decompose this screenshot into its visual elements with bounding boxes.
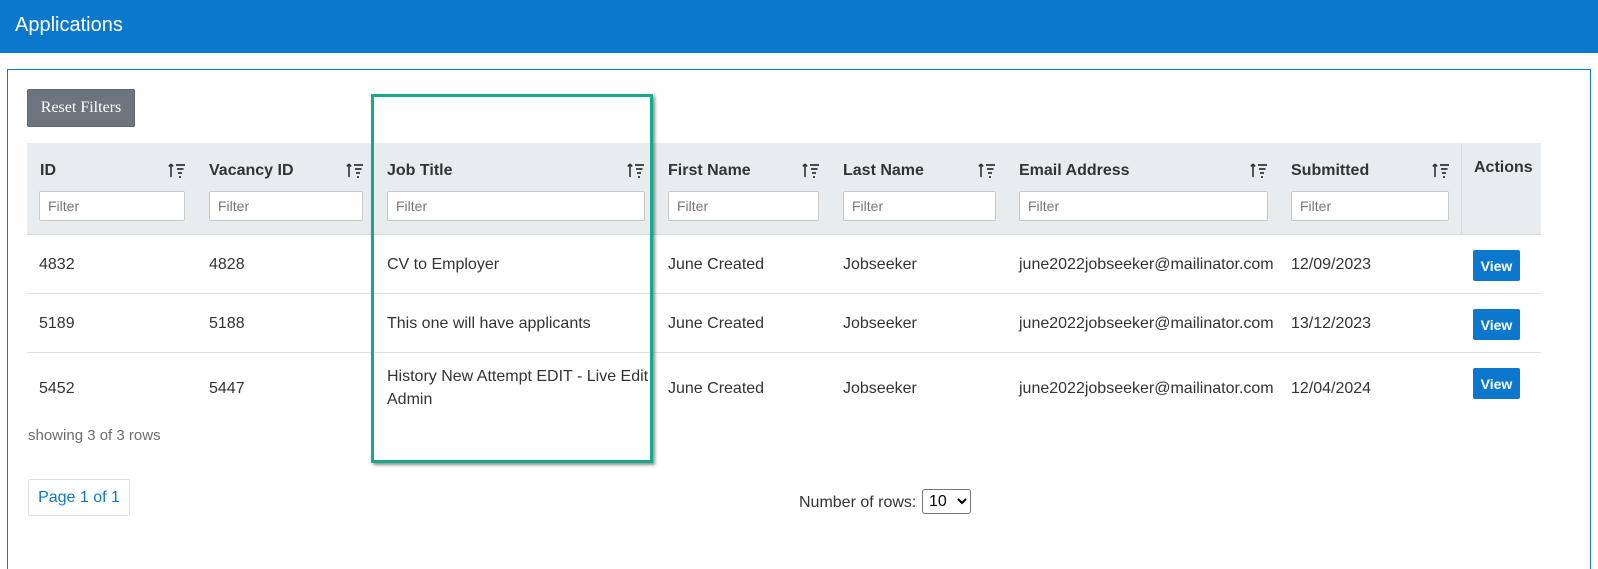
cell-first-name: June Created <box>668 380 765 397</box>
row-count-status: showing 3 of 3 rows <box>28 427 161 444</box>
app-header: Applications <box>0 0 1598 53</box>
column-header-submitted: Submitted <box>1291 162 1370 179</box>
view-button[interactable]: View <box>1473 368 1520 399</box>
pagination-indicator[interactable]: Page 1 of 1 <box>28 479 130 516</box>
filter-last-name-input[interactable] <box>843 191 996 221</box>
sort-icon[interactable] <box>978 161 996 179</box>
sort-icon[interactable] <box>346 161 364 179</box>
reset-filters-button[interactable]: Reset Filters <box>27 89 135 127</box>
cell-vacancy-id: 5188 <box>209 315 245 332</box>
cell-id: 5189 <box>39 315 75 332</box>
sort-icon[interactable] <box>168 161 186 179</box>
cell-first-name: June Created <box>668 315 765 332</box>
filter-email-input[interactable] <box>1019 191 1268 221</box>
table-header <box>27 143 1541 235</box>
cell-email: june2022jobseeker@mailinator.com <box>1019 256 1274 273</box>
view-button[interactable]: View <box>1473 250 1520 281</box>
filter-submitted-input[interactable] <box>1291 191 1449 221</box>
row-divider <box>27 293 1541 294</box>
sort-icon[interactable] <box>802 161 820 179</box>
cell-job-title: History New Attempt EDIT - Live Edit Adm… <box>387 368 649 408</box>
sort-icon[interactable] <box>1250 161 1268 179</box>
cell-submitted: 13/12/2023 <box>1291 315 1372 332</box>
cell-job-title: CV to Employer <box>387 256 500 273</box>
column-header-vacancy-id: Vacancy ID <box>209 162 294 179</box>
column-header-first-name: First Name <box>668 162 751 179</box>
filter-vacancy-id-input[interactable] <box>209 191 363 221</box>
cell-first-name: June Created <box>668 256 765 273</box>
rows-per-page-label: Number of rows: <box>799 494 917 511</box>
cell-job-title: This one will have applicants <box>387 315 591 332</box>
column-header-email: Email Address <box>1019 162 1130 179</box>
column-divider <box>1461 143 1462 235</box>
cell-submitted: 12/09/2023 <box>1291 256 1372 273</box>
sort-icon[interactable] <box>1432 161 1450 179</box>
filter-first-name-input[interactable] <box>668 191 819 221</box>
cell-last-name: Jobseeker <box>843 380 917 397</box>
row-divider <box>27 352 1541 353</box>
cell-last-name: Jobseeker <box>843 256 917 273</box>
cell-last-name: Jobseeker <box>843 315 917 332</box>
cell-email: june2022jobseeker@mailinator.com <box>1019 380 1274 397</box>
column-header-actions: Actions <box>1474 159 1533 176</box>
cell-email: june2022jobseeker@mailinator.com <box>1019 315 1274 332</box>
filter-job-title-input[interactable] <box>387 191 645 221</box>
cell-id: 4832 <box>39 256 75 273</box>
rows-per-page-select[interactable]: 10 <box>922 489 971 514</box>
page-title: Applications <box>15 14 123 36</box>
cell-submitted: 12/04/2024 <box>1291 380 1372 397</box>
sort-icon[interactable] <box>627 161 645 179</box>
cell-vacancy-id: 4828 <box>209 256 245 273</box>
column-header-job-title: Job Title <box>387 162 453 179</box>
column-header-last-name: Last Name <box>843 162 924 179</box>
cell-vacancy-id: 5447 <box>209 380 245 397</box>
cell-id: 5452 <box>39 380 75 397</box>
filter-id-input[interactable] <box>39 191 185 221</box>
view-button[interactable]: View <box>1473 309 1520 340</box>
column-header-id: ID <box>40 162 56 179</box>
